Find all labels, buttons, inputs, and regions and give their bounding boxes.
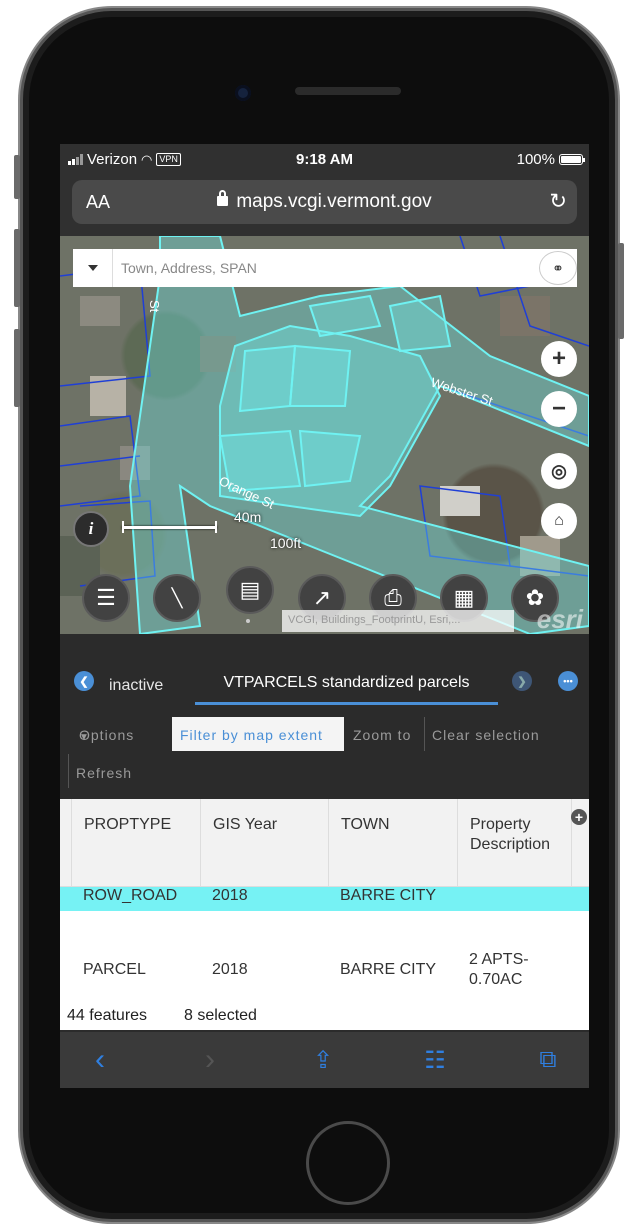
map-attribution: VCGI, Buildings_FootprintU, Esri,... [282,610,514,632]
chevron-left-icon[interactable]: ❮ [74,671,94,691]
tabs-icon[interactable]: ⧉ [528,1040,568,1080]
info-icon[interactable]: i [73,511,109,547]
url-display[interactable]: maps.vcgi.vermont.gov [72,190,577,213]
attribute-table: PROPTYPE GIS Year TOWN Property Descript… [60,799,589,1000]
battery-percent: 100% [516,151,555,168]
table-row[interactable]: PARCEL 2018 BARRE CITY 2 APTS-0.70AC [60,944,589,1000]
table-actions: Options ▼ Filter by map extent Zoom to C… [60,716,589,796]
table-icon[interactable]: ▤ [226,566,274,614]
bookmarks-icon[interactable]: ☷ [415,1040,455,1080]
add-column-icon[interactable]: + [571,809,587,825]
zoom-out-button[interactable]: − [541,391,577,427]
locate-icon: ◎ [551,460,567,481]
options-label: Options [79,727,135,743]
measure-icon[interactable]: ╲ [153,574,201,622]
locate-button[interactable]: ◎ [541,453,577,489]
scale-bar-line [122,521,217,533]
clear-selection-button[interactable]: Clear selection [432,727,540,743]
back-icon[interactable]: ‹ [80,1040,120,1080]
selected-count: 8 selected [184,1007,257,1024]
link-icon[interactable]: ⚭ [539,251,577,285]
column-header[interactable]: Property Description [457,799,571,887]
cell-proptype: ROW_ROAD [83,887,178,904]
scale-feet: 100ft [270,535,302,551]
forward-icon[interactable]: › [190,1040,230,1080]
column-header[interactable]: GIS Year [200,799,328,887]
volume-up-button [14,229,20,307]
search-source-dropdown[interactable] [73,249,113,287]
power-button [618,243,624,339]
layer-tabs: ❮ inactive VTPARCELS standardized parcel… [60,654,589,706]
chevron-down-icon [87,265,98,271]
url-text: maps.vcgi.vermont.gov [236,191,432,212]
more-options-icon[interactable]: ••• [558,671,578,691]
search-input[interactable] [121,249,521,287]
scale-bar: 40m 100ft [122,509,301,551]
page-indicator-dot [246,619,250,623]
browser-toolbar: ‹ › ⇪ ☷ ⧉ [60,1032,589,1088]
home-icon: ⌂ [554,512,564,529]
layers-icon[interactable]: ☰ [82,574,130,622]
feature-count: 44 features [67,1007,148,1024]
cell-proptype: PARCEL [83,961,146,978]
street-label-st: St [147,300,162,313]
cell-town: BARRE CITY [340,961,437,978]
cell-year: 2018 [212,961,248,978]
home-map-button[interactable]: ⌂ [541,503,577,539]
esri-logo: esri [536,604,583,634]
column-header[interactable]: PROPTYPE [71,799,200,887]
silent-switch [14,155,20,199]
action-divider [68,754,69,788]
table-footer: 44 features 8 selected [60,1000,589,1030]
zoom-to-button[interactable]: Zoom to [353,727,411,743]
zoom-in-icon: + [551,345,566,372]
front-camera [235,85,251,101]
zoom-out-icon: − [551,395,566,422]
cell-description: 2 APTS-0.70AC [469,951,529,988]
column-header[interactable]: TOWN [328,799,457,887]
tab-inactive[interactable]: inactive [109,677,163,695]
battery-icon [559,154,585,165]
options-menu[interactable]: Options ▼ [79,727,133,743]
filter-by-extent-button[interactable]: Filter by map extent [172,717,344,751]
earpiece-speaker [295,87,401,95]
table-header: PROPTYPE GIS Year TOWN Property Descript… [60,799,589,887]
cell-town: BARRE CITY [340,887,437,904]
action-divider [424,717,425,751]
status-bar: Verizon ◠ VPN 9:18 AM 100% [60,144,589,174]
search-widget: ⚭ [73,249,577,287]
chevron-right-icon[interactable]: ❯ [512,671,532,691]
zoom-in-button[interactable]: + [541,341,577,377]
lock-icon [217,190,229,206]
battery-group: 100% [516,151,585,168]
map-view[interactable]: Webster St Orange St St ⚭ + − ◎ ⌂ i 40m … [60,236,589,634]
browser-header: AA maps.vcgi.vermont.gov ↻ [60,174,589,236]
phone-screen: Verizon ◠ VPN 9:18 AM 100% AA maps.vcgi.… [60,144,589,1088]
volume-down-button [14,329,20,407]
attribute-table-panel: ❮ inactive VTPARCELS standardized parcel… [60,634,589,1040]
table-row[interactable]: ROW_ROAD 2018 BARRE CITY [60,887,589,911]
clock: 9:18 AM [296,151,353,168]
share-icon[interactable]: ⇪ [303,1040,343,1080]
reload-icon[interactable]: ↻ [549,189,567,214]
scale-meters: 40m [234,509,262,525]
address-bar[interactable]: AA maps.vcgi.vermont.gov ↻ [72,180,577,224]
tab-vtparcels[interactable]: VTPARCELS standardized parcels [195,673,498,705]
refresh-button[interactable]: Refresh [76,765,132,781]
cell-year: 2018 [212,887,248,904]
home-button[interactable] [306,1121,390,1205]
